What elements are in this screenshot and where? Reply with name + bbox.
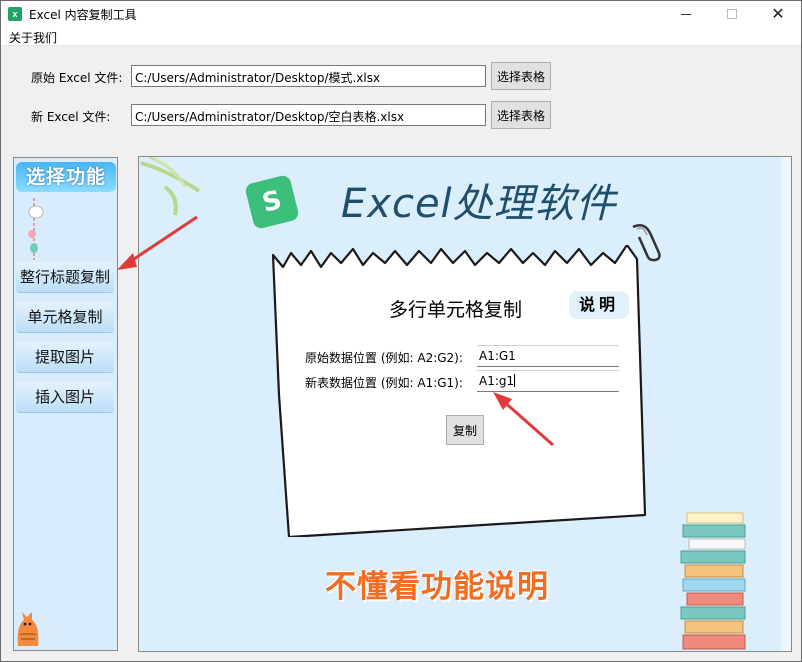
source-range-label: 原始数据位置 (例如: A2:G2): (305, 351, 463, 365)
close-icon: ✕ (771, 4, 785, 23)
menu-about-us[interactable]: 关于我们 (9, 29, 57, 46)
main-panel: S Excel处理软件 多行单元格复制 说明 原始数据位置 (例如: A2:G2… (138, 156, 792, 652)
new-file-path-input[interactable]: C:/Users/Administrator/Desktop/空白表格.xlsx (131, 104, 486, 126)
source-range-input[interactable]: A1:G1 (477, 345, 619, 367)
copy-button[interactable]: 复制 (446, 415, 484, 445)
book-stack-icon (680, 512, 746, 650)
card-heading: 多行单元格复制 (389, 299, 523, 321)
sidebar-item-row-title-copy[interactable]: 整行标题复制 (16, 262, 114, 292)
function-card: 多行单元格复制 说明 原始数据位置 (例如: A2:G2): A1:G1 新表数… (269, 245, 649, 537)
minimize-button[interactable] (663, 1, 709, 27)
text-caret (514, 374, 516, 387)
sidebar-title: 选择功能 (16, 162, 116, 192)
minimize-icon (681, 13, 691, 15)
window-controls: ✕ (663, 1, 801, 27)
app-banner-title: Excel处理软件 (341, 181, 617, 227)
function-sidebar: 选择功能 整行标题复制 单元格复制 提取图片 插入图片 (13, 157, 118, 651)
spreadsheet-logo-icon: S (244, 174, 300, 230)
sidebar-item-insert-image[interactable]: 插入图片 (16, 382, 114, 412)
help-hint-text: 不懂看功能说明 (325, 569, 549, 605)
window-title: Excel 内容复制工具 (29, 7, 137, 22)
panel-edge (781, 157, 791, 651)
sidebar-item-cell-copy[interactable]: 单元格复制 (16, 302, 114, 332)
card-content: 多行单元格复制 说明 原始数据位置 (例如: A2:G2): A1:G1 新表数… (269, 245, 649, 537)
source-range-value: A1:G1 (479, 349, 516, 363)
bunny-charm-icon (28, 198, 44, 260)
original-file-label: 原始 Excel 文件: (31, 71, 123, 85)
maximize-icon (727, 9, 737, 19)
menu-bar: 关于我们 (1, 27, 801, 46)
bamboo-leaf-icon (140, 157, 201, 216)
excel-icon: x (8, 7, 22, 21)
choose-new-file-button[interactable]: 选择表格 (491, 101, 551, 129)
target-range-label: 新表数据位置 (例如: A1:G1): (305, 376, 463, 390)
target-range-input[interactable]: A1:g1 (477, 370, 619, 392)
paperclip-icon (632, 224, 661, 262)
close-button[interactable]: ✕ (755, 1, 801, 27)
explain-button[interactable]: 说明 (569, 291, 629, 319)
choose-original-file-button[interactable]: 选择表格 (491, 62, 551, 90)
cat-illustration-icon (17, 612, 39, 646)
new-file-label: 新 Excel 文件: (31, 110, 111, 124)
title-bar: x Excel 内容复制工具 ✕ (1, 1, 801, 27)
maximize-button[interactable] (709, 1, 755, 27)
sidebar-item-extract-image[interactable]: 提取图片 (16, 342, 114, 372)
original-file-path-input[interactable]: C:/Users/Administrator/Desktop/模式.xlsx (131, 65, 486, 87)
app-window: x Excel 内容复制工具 ✕ 关于我们 原始 Excel 文件: C:/Us… (0, 0, 802, 662)
target-range-value: A1:g1 (479, 374, 515, 388)
